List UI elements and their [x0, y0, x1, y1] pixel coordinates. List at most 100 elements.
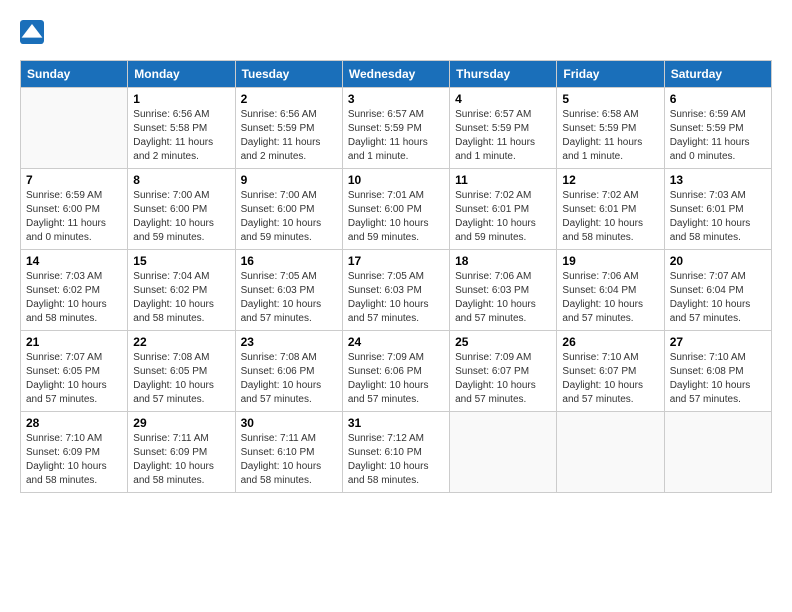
day-info: Sunrise: 7:07 AM Sunset: 6:04 PM Dayligh…: [670, 270, 766, 326]
logo-icon: [20, 20, 44, 44]
day-info: Sunrise: 7:11 AM Sunset: 6:10 PM Dayligh…: [241, 432, 337, 488]
day-number: 14: [26, 254, 122, 268]
day-info: Sunrise: 7:03 AM Sunset: 6:01 PM Dayligh…: [670, 189, 766, 245]
day-info: Sunrise: 7:10 AM Sunset: 6:09 PM Dayligh…: [26, 432, 122, 488]
day-cell: 22Sunrise: 7:08 AM Sunset: 6:05 PM Dayli…: [128, 331, 235, 412]
day-number: 20: [670, 254, 766, 268]
day-number: 25: [455, 335, 551, 349]
day-info: Sunrise: 7:10 AM Sunset: 6:08 PM Dayligh…: [670, 351, 766, 407]
day-number: 28: [26, 416, 122, 430]
day-cell: 1 Sunrise: 6:56 AM Sunset: 5:58 PM Daylig…: [128, 88, 235, 169]
day-number: 12: [562, 173, 658, 187]
day-info: Sunrise: 7:12 AM Sunset: 6:10 PM Dayligh…: [348, 432, 444, 488]
day-info: Sunrise: 7:03 AM Sunset: 6:02 PM Dayligh…: [26, 270, 122, 326]
day-info: Sunrise: 7:05 AM Sunset: 6:03 PM Dayligh…: [348, 270, 444, 326]
day-info: Sunrise: 7:01 AM Sunset: 6:00 PM Dayligh…: [348, 189, 444, 245]
day-number: 17: [348, 254, 444, 268]
weekday-header-saturday: Saturday: [664, 61, 771, 88]
week-row-5: 28 Sunrise: 7:10 AM Sunset: 6:09 PM Dayli…: [21, 412, 772, 493]
day-cell: 18 Sunrise: 7:06 AM Sunset: 6:03 PM Dayli…: [450, 250, 557, 331]
logo: [20, 20, 48, 44]
day-info: Sunrise: 7:11 AM Sunset: 6:09 PM Dayligh…: [133, 432, 229, 488]
day-number: 19: [562, 254, 658, 268]
week-row-2: 7 Sunrise: 6:59 AM Sunset: 6:00 PM Daylig…: [21, 169, 772, 250]
day-cell: 3 Sunrise: 6:57 AM Sunset: 5:59 PM Daylig…: [342, 88, 449, 169]
day-info: Sunrise: 6:58 AM Sunset: 5:59 PM Dayligh…: [562, 108, 658, 164]
day-number: 30: [241, 416, 337, 430]
day-info: Sunrise: 7:10 AM Sunset: 6:07 PM Dayligh…: [562, 351, 658, 407]
day-cell: 12 Sunrise: 7:02 AM Sunset: 6:01 PM Dayli…: [557, 169, 664, 250]
day-cell: 29 Sunrise: 7:11 AM Sunset: 6:09 PM Dayli…: [128, 412, 235, 493]
week-row-1: 1 Sunrise: 6:56 AM Sunset: 5:58 PM Daylig…: [21, 88, 772, 169]
day-cell: 15 Sunrise: 7:04 AM Sunset: 6:02 PM Dayli…: [128, 250, 235, 331]
day-number: 15: [133, 254, 229, 268]
day-info: Sunrise: 7:02 AM Sunset: 6:01 PM Dayligh…: [562, 189, 658, 245]
day-number: 29: [133, 416, 229, 430]
day-info: Sunrise: 6:56 AM Sunset: 5:59 PM Dayligh…: [241, 108, 337, 164]
day-cell: 4 Sunrise: 6:57 AM Sunset: 5:59 PM Daylig…: [450, 88, 557, 169]
weekday-header-thursday: Thursday: [450, 61, 557, 88]
day-number: 6: [670, 92, 766, 106]
day-cell: 6 Sunrise: 6:59 AM Sunset: 5:59 PM Daylig…: [664, 88, 771, 169]
day-cell: 2 Sunrise: 6:56 AM Sunset: 5:59 PM Daylig…: [235, 88, 342, 169]
day-number: 31: [348, 416, 444, 430]
weekday-header-friday: Friday: [557, 61, 664, 88]
day-number: 2: [241, 92, 337, 106]
day-info: Sunrise: 6:59 AM Sunset: 5:59 PM Dayligh…: [670, 108, 766, 164]
day-info: Sunrise: 6:57 AM Sunset: 5:59 PM Dayligh…: [348, 108, 444, 164]
day-number: 1: [133, 92, 229, 106]
day-cell: 11 Sunrise: 7:02 AM Sunset: 6:01 PM Dayli…: [450, 169, 557, 250]
day-cell: 20 Sunrise: 7:07 AM Sunset: 6:04 PM Dayli…: [664, 250, 771, 331]
day-cell: 14 Sunrise: 7:03 AM Sunset: 6:02 PM Dayli…: [21, 250, 128, 331]
day-info: Sunrise: 7:05 AM Sunset: 6:03 PM Dayligh…: [241, 270, 337, 326]
day-cell: 8Sunrise: 7:00 AM Sunset: 6:00 PM Daylig…: [128, 169, 235, 250]
day-number: 22: [133, 335, 229, 349]
day-cell: 25 Sunrise: 7:09 AM Sunset: 6:07 PM Dayli…: [450, 331, 557, 412]
week-row-4: 21Sunrise: 7:07 AM Sunset: 6:05 PM Dayli…: [21, 331, 772, 412]
header: [20, 20, 772, 44]
day-cell: 16Sunrise: 7:05 AM Sunset: 6:03 PM Dayli…: [235, 250, 342, 331]
day-info: Sunrise: 7:06 AM Sunset: 6:03 PM Dayligh…: [455, 270, 551, 326]
day-info: Sunrise: 6:59 AM Sunset: 6:00 PM Dayligh…: [26, 189, 122, 245]
day-number: 9: [241, 173, 337, 187]
day-info: Sunrise: 7:09 AM Sunset: 6:06 PM Dayligh…: [348, 351, 444, 407]
day-info: Sunrise: 7:08 AM Sunset: 6:06 PM Dayligh…: [241, 351, 337, 407]
day-cell: 21Sunrise: 7:07 AM Sunset: 6:05 PM Dayli…: [21, 331, 128, 412]
day-number: 7: [26, 173, 122, 187]
day-number: 24: [348, 335, 444, 349]
day-info: Sunrise: 7:09 AM Sunset: 6:07 PM Dayligh…: [455, 351, 551, 407]
day-cell: [664, 412, 771, 493]
weekday-header-monday: Monday: [128, 61, 235, 88]
day-cell: 7 Sunrise: 6:59 AM Sunset: 6:00 PM Daylig…: [21, 169, 128, 250]
day-cell: [21, 88, 128, 169]
day-info: Sunrise: 6:57 AM Sunset: 5:59 PM Dayligh…: [455, 108, 551, 164]
day-cell: 19Sunrise: 7:06 AM Sunset: 6:04 PM Dayli…: [557, 250, 664, 331]
weekday-header-row: SundayMondayTuesdayWednesdayThursdayFrid…: [21, 61, 772, 88]
week-row-3: 14 Sunrise: 7:03 AM Sunset: 6:02 PM Dayli…: [21, 250, 772, 331]
day-info: Sunrise: 7:00 AM Sunset: 6:00 PM Dayligh…: [241, 189, 337, 245]
weekday-header-wednesday: Wednesday: [342, 61, 449, 88]
weekday-header-tuesday: Tuesday: [235, 61, 342, 88]
day-number: 21: [26, 335, 122, 349]
day-info: Sunrise: 7:04 AM Sunset: 6:02 PM Dayligh…: [133, 270, 229, 326]
day-info: Sunrise: 7:02 AM Sunset: 6:01 PM Dayligh…: [455, 189, 551, 245]
day-info: Sunrise: 6:56 AM Sunset: 5:58 PM Dayligh…: [133, 108, 229, 164]
day-cell: 27 Sunrise: 7:10 AM Sunset: 6:08 PM Dayli…: [664, 331, 771, 412]
day-cell: 13Sunrise: 7:03 AM Sunset: 6:01 PM Dayli…: [664, 169, 771, 250]
day-cell: [450, 412, 557, 493]
day-cell: 17 Sunrise: 7:05 AM Sunset: 6:03 PM Dayli…: [342, 250, 449, 331]
day-cell: 30 Sunrise: 7:11 AM Sunset: 6:10 PM Dayli…: [235, 412, 342, 493]
day-cell: 28 Sunrise: 7:10 AM Sunset: 6:09 PM Dayli…: [21, 412, 128, 493]
day-number: 27: [670, 335, 766, 349]
day-number: 26: [562, 335, 658, 349]
day-number: 18: [455, 254, 551, 268]
weekday-header-sunday: Sunday: [21, 61, 128, 88]
day-cell: 31 Sunrise: 7:12 AM Sunset: 6:10 PM Dayli…: [342, 412, 449, 493]
day-number: 11: [455, 173, 551, 187]
day-number: 10: [348, 173, 444, 187]
day-number: 3: [348, 92, 444, 106]
day-number: 5: [562, 92, 658, 106]
day-number: 23: [241, 335, 337, 349]
day-cell: 9 Sunrise: 7:00 AM Sunset: 6:00 PM Daylig…: [235, 169, 342, 250]
day-number: 4: [455, 92, 551, 106]
